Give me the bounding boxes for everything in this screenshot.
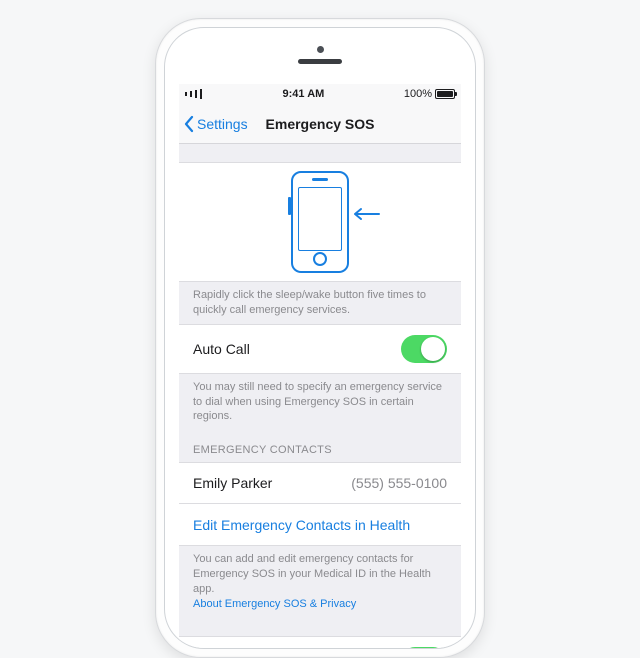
speaker-grille-icon: [298, 59, 342, 64]
battery-icon: [435, 89, 455, 99]
status-time: 9:41 AM: [203, 88, 404, 100]
edit-contacts-label: Edit Emergency Contacts in Health: [193, 517, 410, 533]
countdown-toggle[interactable]: [401, 647, 447, 648]
contact-name: Emily Parker: [193, 475, 351, 491]
contacts-header: EMERGENCY CONTACTS: [179, 430, 461, 462]
auto-call-toggle[interactable]: [401, 335, 447, 363]
contacts-footer-text: You can add and edit emergency contacts …: [193, 553, 431, 595]
auto-call-footer: You may still need to specify an emergen…: [179, 374, 461, 431]
back-label: Settings: [197, 116, 248, 132]
arrow-left-icon: [353, 207, 381, 221]
contacts-footer: You can add and edit emergency contacts …: [179, 546, 461, 617]
countdown-sound-row[interactable]: Countdown Sound: [179, 636, 461, 648]
device-frame: 9:41 AM 100% Settings Emergency SOS: [155, 18, 485, 658]
content-scroll[interactable]: Rapidly click the sleep/wake button five…: [179, 144, 461, 648]
back-button[interactable]: Settings: [179, 115, 248, 133]
edit-contacts-button[interactable]: Edit Emergency Contacts in Health: [179, 504, 461, 546]
screen: 9:41 AM 100% Settings Emergency SOS: [179, 84, 461, 648]
auto-call-label: Auto Call: [193, 341, 401, 357]
nav-bar: Settings Emergency SOS: [179, 104, 461, 144]
contact-row[interactable]: Emily Parker (555) 555-0100: [179, 462, 461, 504]
illustration-footer: Rapidly click the sleep/wake button five…: [179, 282, 461, 324]
contact-phone: (555) 555-0100: [351, 475, 447, 491]
chevron-left-icon: [183, 115, 195, 133]
battery-percent: 100%: [404, 88, 432, 100]
status-bar: 9:41 AM 100%: [179, 84, 461, 104]
camera-dot-icon: [317, 46, 324, 53]
signal-strength-icon: [185, 89, 203, 99]
device-sensors: [165, 46, 475, 64]
auto-call-row[interactable]: Auto Call: [179, 324, 461, 374]
privacy-link[interactable]: About Emergency SOS & Privacy: [193, 598, 356, 610]
phone-outline-icon: [291, 171, 349, 273]
sos-illustration: [179, 162, 461, 282]
device-bezel: 9:41 AM 100% Settings Emergency SOS: [164, 27, 476, 649]
